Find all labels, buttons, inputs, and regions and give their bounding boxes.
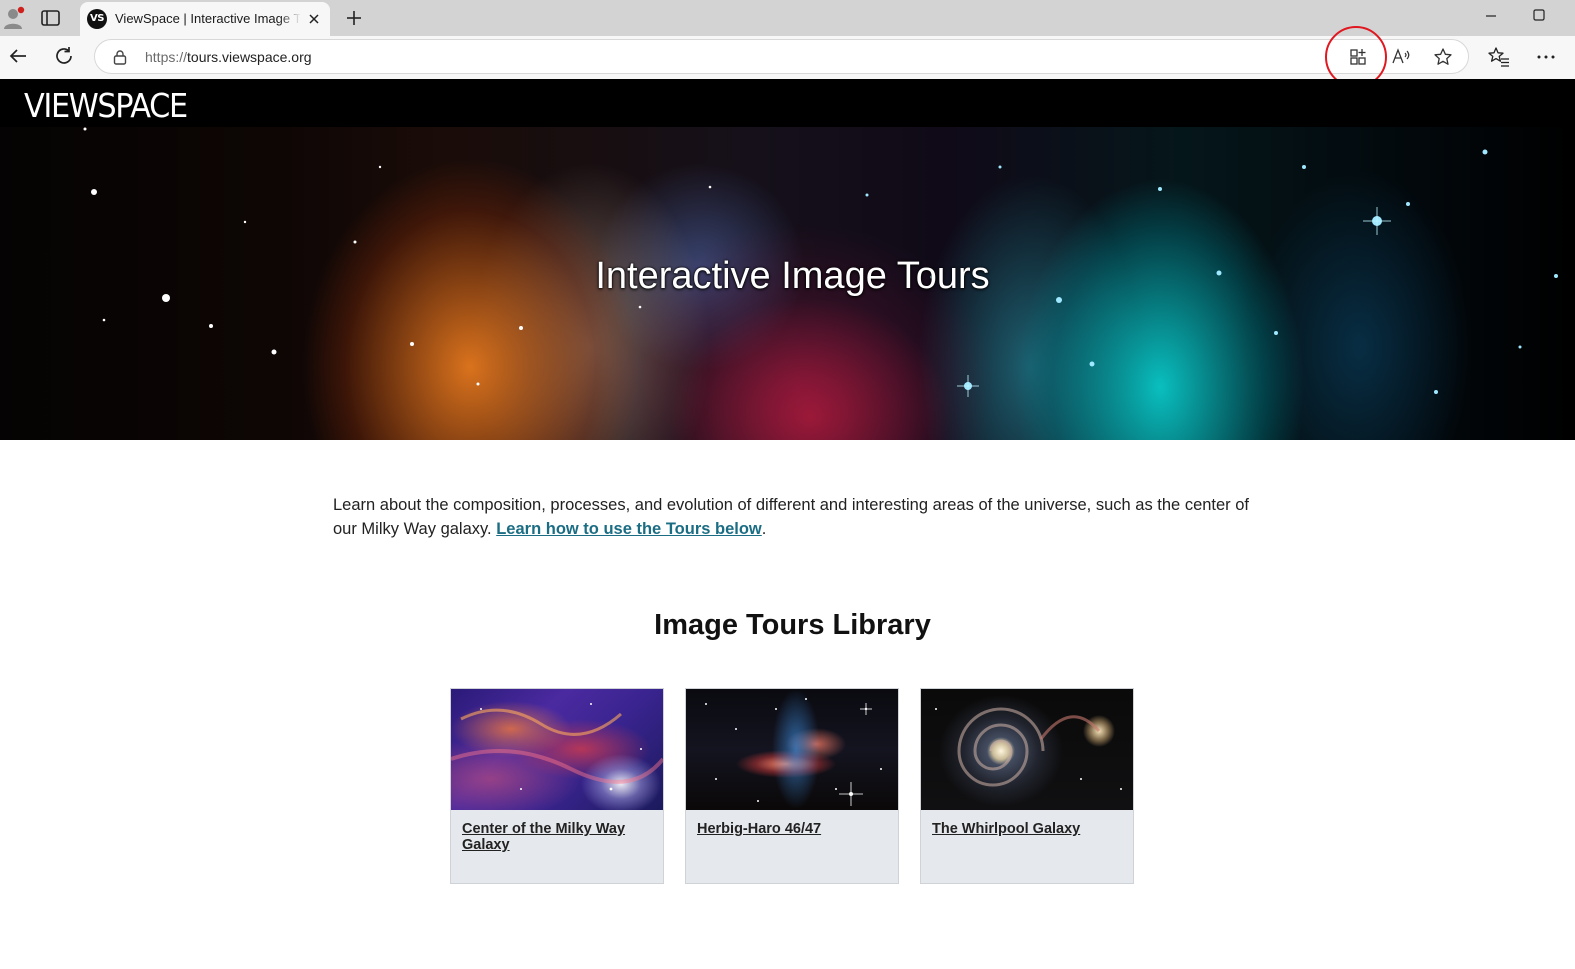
more-icon[interactable] bbox=[1535, 46, 1557, 68]
library-heading: Image Tours Library bbox=[654, 609, 931, 641]
site-header: VIEWSPACE bbox=[0, 79, 1575, 127]
tour-card-milky-way[interactable]: Center of the Milky Way Galaxy bbox=[450, 688, 664, 884]
refresh-icon[interactable] bbox=[53, 45, 75, 67]
site-favicon: VS bbox=[87, 9, 107, 29]
star-icon[interactable] bbox=[1433, 47, 1453, 67]
profile-icon[interactable] bbox=[2, 5, 26, 31]
apps-icon[interactable] bbox=[1348, 47, 1368, 67]
read-aloud-icon[interactable] bbox=[1391, 47, 1411, 67]
hero-title: Interactive Image Tours bbox=[595, 255, 990, 297]
browser-tab-active[interactable]: VS ViewSpace | Interactive Image Tours bbox=[80, 2, 330, 36]
browser-tab-bar: VS ViewSpace | Interactive Image Tours bbox=[0, 0, 1575, 36]
browser-toolbar: https://tours.viewspace.org bbox=[0, 36, 1575, 79]
tab-title: ViewSpace | Interactive Image Tours bbox=[115, 11, 301, 26]
tour-thumbnail-herbig-haro[interactable] bbox=[686, 689, 898, 810]
tour-link-milky-way[interactable]: Center of the Milky Way Galaxy bbox=[462, 821, 652, 853]
intro-paragraph: Learn about the composition, processes, … bbox=[333, 496, 1250, 538]
lock-icon[interactable] bbox=[112, 49, 128, 65]
tour-thumbnail-whirlpool[interactable] bbox=[921, 689, 1133, 810]
tour-card-herbig-haro[interactable]: Herbig-Haro 46/47 bbox=[685, 688, 899, 884]
favorites-icon[interactable] bbox=[1488, 46, 1510, 68]
site-logo[interactable]: VIEWSPACE bbox=[24, 86, 188, 125]
address-bar[interactable]: https://tours.viewspace.org bbox=[94, 39, 1469, 74]
tour-thumbnail-milky-way[interactable] bbox=[451, 689, 663, 810]
arrow-left-icon[interactable] bbox=[7, 45, 29, 67]
plus-icon[interactable] bbox=[344, 8, 364, 28]
tour-link-whirlpool[interactable]: The Whirlpool Galaxy bbox=[932, 821, 1122, 837]
close-icon[interactable] bbox=[306, 11, 322, 27]
maximize-icon[interactable] bbox=[1530, 6, 1548, 24]
tour-card-whirlpool[interactable]: The Whirlpool Galaxy bbox=[920, 688, 1134, 884]
tab-actions-icon[interactable] bbox=[40, 8, 62, 28]
minimize-icon[interactable] bbox=[1482, 9, 1500, 23]
learn-how-link[interactable]: Learn how to use the Tours below bbox=[496, 520, 762, 538]
hero-banner: Interactive Image Tours bbox=[0, 127, 1575, 440]
url-text[interactable]: https://tours.viewspace.org bbox=[145, 49, 312, 65]
tour-link-herbig-haro[interactable]: Herbig-Haro 46/47 bbox=[697, 821, 887, 837]
